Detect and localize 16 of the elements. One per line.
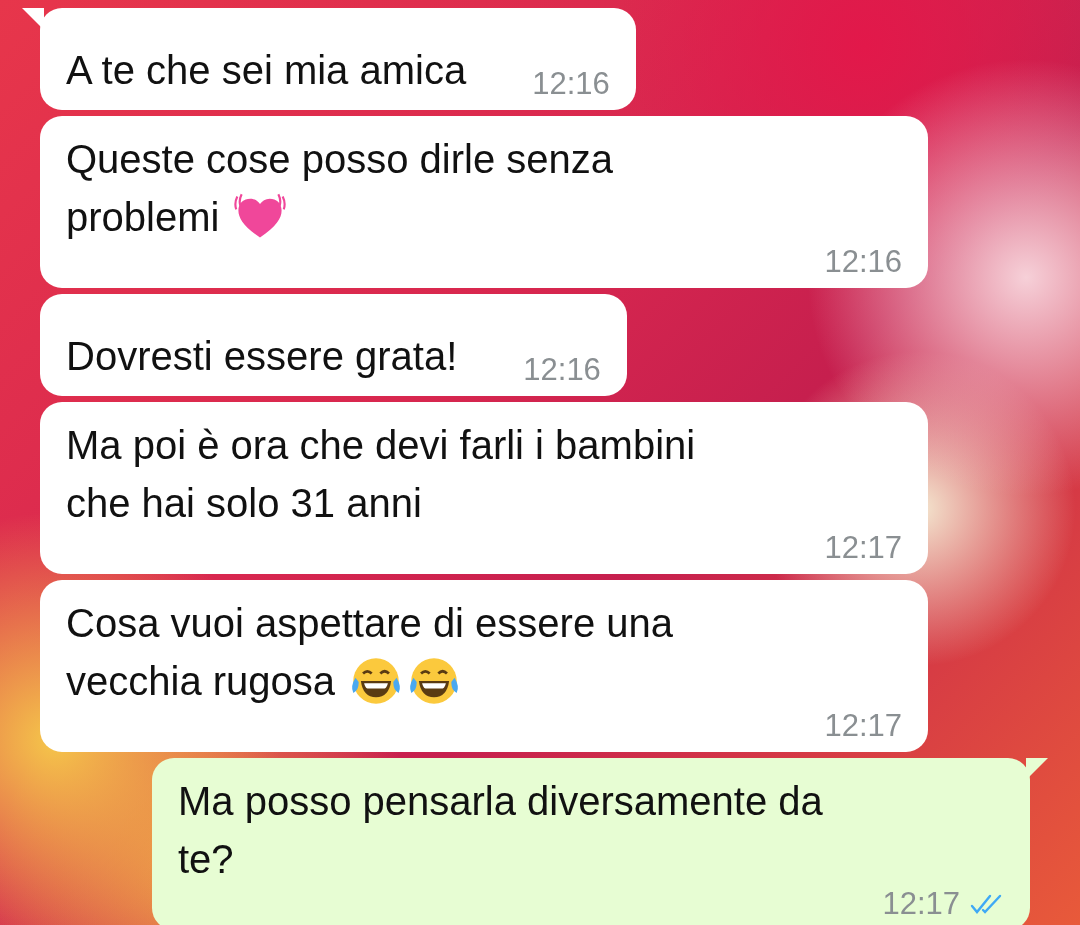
message-text: Dovresti essere grata! <box>66 333 458 380</box>
message-text: Queste cose posso dirle senza <box>66 136 613 183</box>
message-time: 12:17 <box>824 707 902 745</box>
message-time: 12:16 <box>532 65 610 103</box>
message-text: che hai solo 31 anni <box>66 480 422 527</box>
message-text: problemi <box>66 194 220 241</box>
message-text: Ma poi è ora che devi farli i bambini <box>66 422 696 469</box>
message-time: 12:16 <box>824 243 902 281</box>
message-time: 12:16 <box>523 351 601 389</box>
message-text: Ma posso pensarla diversamente da <box>178 778 823 825</box>
message-time: 12:17 <box>824 529 902 567</box>
message-text: A te che sei mia amica <box>66 47 467 94</box>
message-time: 12:17 <box>882 885 960 923</box>
message-text: te? <box>178 836 234 883</box>
message-text: vecchia rugosa <box>66 658 336 705</box>
message-text: Cosa vuoi aspettare di essere una <box>66 600 674 647</box>
